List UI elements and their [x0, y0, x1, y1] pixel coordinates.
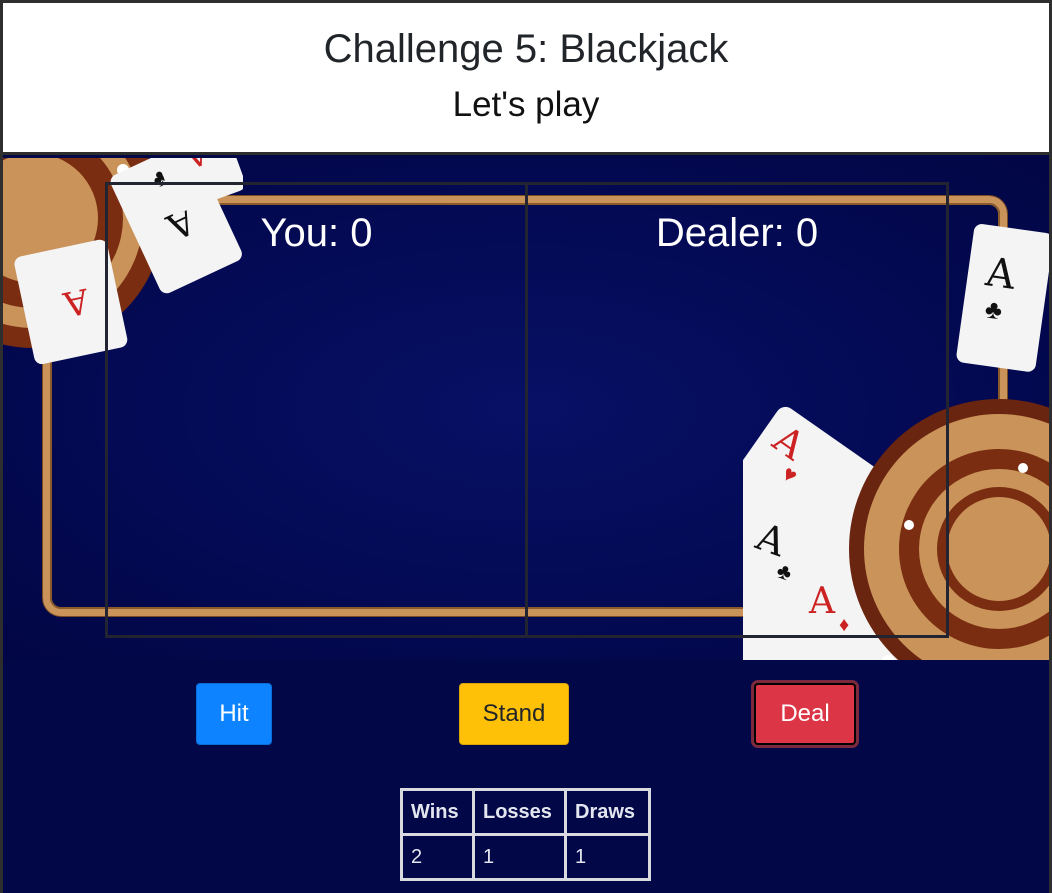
page-title: Challenge 5: Blackjack — [323, 27, 729, 71]
player-score: You: 0 — [260, 211, 373, 255]
player-hand-area: You: 0 — [105, 182, 528, 638]
losses-value: 1 — [472, 833, 567, 881]
dealer-hand-area: Dealer: 0 — [525, 182, 949, 638]
scoreboard-values-row: 2 1 1 — [400, 833, 651, 881]
wins-value: 2 — [400, 833, 475, 881]
draws-value: 1 — [564, 833, 651, 881]
page-subtitle: Let's play — [452, 85, 600, 124]
page-header: Challenge 5: Blackjack Let's play — [3, 3, 1049, 155]
game-window: Challenge 5: Blackjack Let's play A A ♣ — [0, 0, 1052, 893]
scoreboard-header-row: Wins Losses Draws — [400, 788, 651, 836]
hit-button[interactable]: Hit — [196, 683, 272, 745]
blackjack-table: A A ♣ A A ♣ A ♥ — [3, 158, 1049, 660]
dealer-score: Dealer: 0 — [655, 211, 819, 255]
scoreboard-table: Wins Losses Draws 2 1 1 — [400, 788, 651, 881]
losses-header: Losses — [472, 788, 567, 836]
stand-button[interactable]: Stand — [459, 683, 569, 745]
wins-header: Wins — [400, 788, 475, 836]
deal-button[interactable]: Deal — [754, 683, 856, 745]
draws-header: Draws — [564, 788, 651, 836]
controls-area: Hit Stand Deal Wins Losses Draws 2 1 1 — [3, 660, 1049, 893]
